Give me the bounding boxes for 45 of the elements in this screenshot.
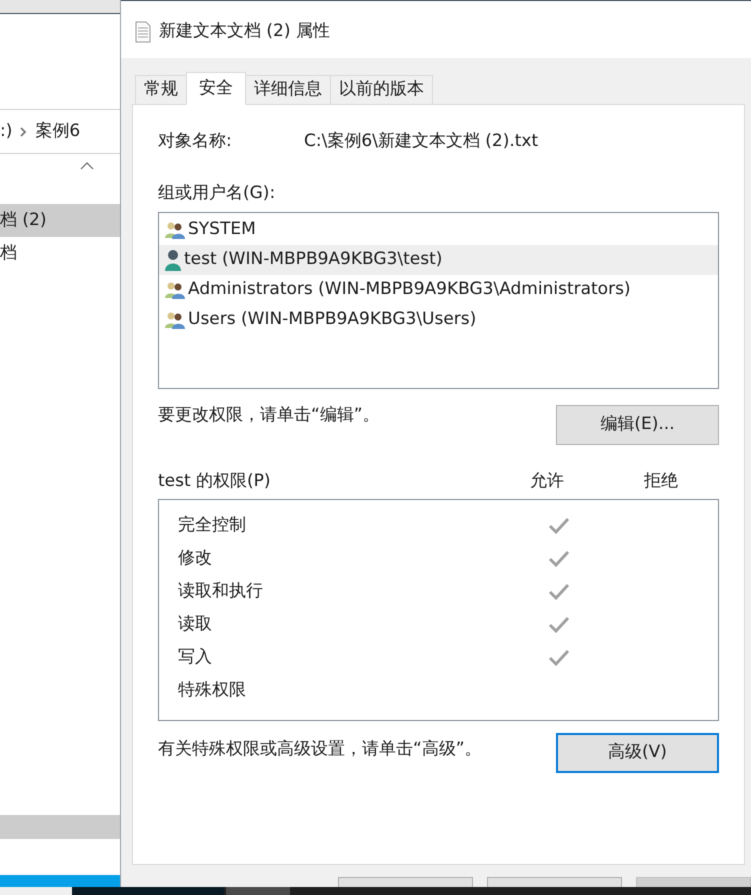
users-icon	[164, 221, 186, 239]
object-name: C:\案例6\新建文本文档 (2).txt	[304, 130, 538, 153]
chevron-up-icon[interactable]	[80, 162, 94, 170]
breadcrumb-item[interactable]: 案例6	[35, 118, 80, 144]
window-title: 新建文本文档 (2) 属性	[159, 20, 330, 43]
user-name: Users (WIN-MBPB9A9KBG3\Users)	[188, 308, 476, 332]
users-icon	[164, 281, 186, 299]
breadcrumb-item[interactable]: :)	[0, 118, 12, 144]
users-icon	[164, 311, 186, 329]
apply-button[interactable]	[636, 877, 751, 887]
groups-label: 组或用户名(G):	[158, 182, 276, 204]
user-name: SYSTEM	[188, 218, 256, 242]
tab[interactable]: 安全	[186, 72, 246, 105]
permission-name: 写入	[178, 646, 213, 670]
permission-name: 读取和执行	[178, 580, 264, 604]
user-list-item[interactable]: Users (WIN-MBPB9A9KBG3\Users)	[159, 305, 718, 335]
permissions-label: test 的权限(P)	[158, 470, 272, 493]
chevron-right-icon	[20, 126, 28, 136]
user-name: test (WIN-MBPB9A9KBG3\test)	[184, 248, 442, 272]
column-header: 允许	[530, 470, 565, 493]
user-icon	[164, 249, 182, 271]
document-icon	[135, 20, 151, 42]
ok-button[interactable]	[338, 877, 473, 887]
advanced-button[interactable]: 高级(V)	[556, 732, 719, 772]
taskbar-button[interactable]	[0, 887, 72, 895]
object-name-label: 对象名称:	[158, 130, 233, 153]
edit-button[interactable]: 编辑(E)...	[556, 405, 719, 445]
cancel-button[interactable]	[487, 877, 622, 887]
taskbar-button[interactable]	[226, 887, 290, 895]
column-header: 拒绝	[644, 470, 679, 493]
user-list-item[interactable]: SYSTEM	[159, 215, 718, 245]
tab[interactable]: 常规	[135, 75, 187, 105]
taskbar-button[interactable]	[72, 887, 224, 895]
permission-name: 完全控制	[178, 514, 247, 538]
permission-name: 特殊权限	[178, 679, 247, 702]
permission-name: 读取	[178, 613, 213, 636]
file-item[interactable]: 档	[0, 237, 120, 270]
user-list-item[interactable]: Administrators (WIN-MBPB9A9KBG3\Administrators)	[159, 275, 718, 305]
user-list-item[interactable]: test (WIN-MBPB9A9KBG3\test)	[159, 245, 718, 275]
tab[interactable]: 以前的版本	[330, 75, 433, 105]
permission-name: 修改	[178, 547, 213, 570]
file-item[interactable]: 档 (2)	[0, 204, 120, 237]
advanced-hint: 有关特殊权限或高级设置，请单击“高级”。	[158, 738, 482, 760]
edit-hint: 要更改权限，请单击“编辑”。	[158, 404, 380, 427]
user-name: Administrators (WIN-MBPB9A9KBG3\Administrators)	[188, 278, 631, 302]
